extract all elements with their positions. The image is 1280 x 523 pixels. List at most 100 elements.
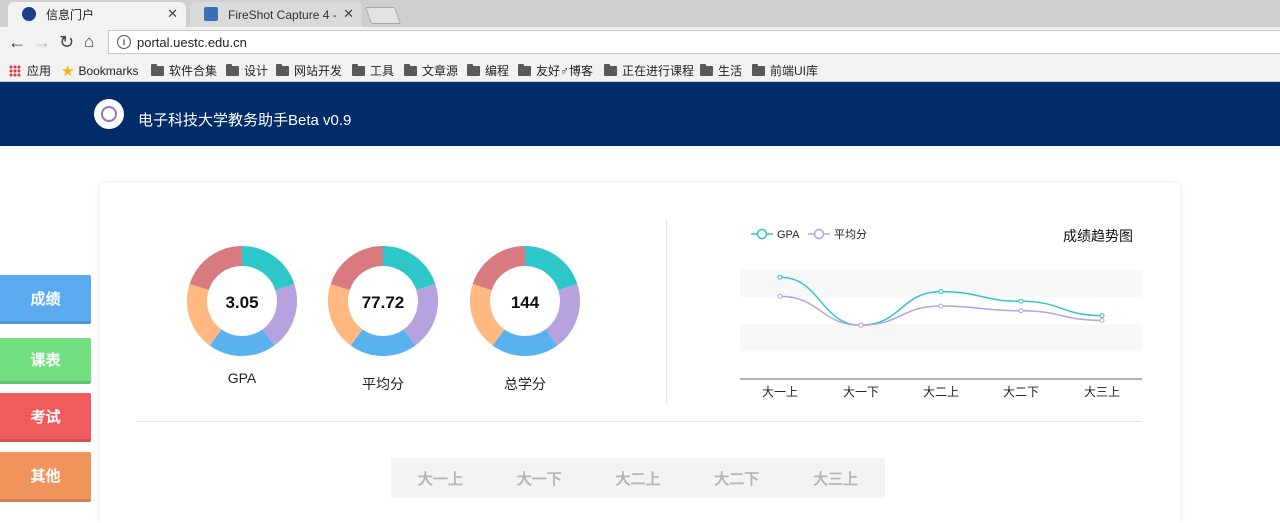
bookmark-folder[interactable]: 软件合集 [151, 62, 217, 79]
university-logo [94, 99, 124, 129]
data-point[interactable] [858, 322, 864, 328]
bookmark-folder[interactable]: 网站开发 [276, 62, 342, 79]
back-icon[interactable]: ← [8, 32, 26, 52]
site-favicon-icon [22, 7, 36, 21]
gpa-value: 3.05 [225, 293, 259, 312]
close-icon[interactable]: ✕ [343, 6, 354, 22]
bookmark-folder[interactable]: 文章源 [404, 62, 458, 79]
x-tick-label: 大二下 [1003, 385, 1039, 399]
close-icon[interactable]: ✕ [167, 6, 178, 22]
average-summary: 77.72 平均分 [328, 246, 438, 396]
address-bar[interactable]: i portal.uestc.edu.cn [108, 30, 1280, 54]
bookmark-folder[interactable]: 生活 [700, 62, 742, 79]
apps-icon [9, 64, 21, 77]
folder-icon [604, 63, 617, 76]
bookmark-folder[interactable]: 前端UI库 [752, 62, 818, 79]
folder-icon [226, 63, 239, 76]
grade-trend-chart: 大一上 大一下 大二上 大二下 大三上 GPA 平均分 成绩趋势图 [740, 228, 1142, 399]
divider [137, 421, 1142, 422]
ring-segment [492, 329, 558, 356]
legend-label[interactable]: 平均分 [834, 228, 867, 241]
tab-title: FireShot Capture 4 - 信息 [228, 8, 338, 22]
data-point[interactable] [938, 303, 944, 309]
x-tick-label: 大二上 [923, 385, 959, 399]
data-point[interactable] [1099, 317, 1105, 323]
ring-segment [241, 246, 295, 291]
site-title: 电子科技大学教务助手Beta v0.9 [138, 112, 352, 129]
x-tick-label: 大三上 [1084, 385, 1120, 399]
ring-segment [330, 246, 384, 291]
tab-semester[interactable]: 大二上 [589, 468, 688, 489]
gpa-summary: 3.05 GPA [187, 246, 297, 396]
data-point[interactable] [1018, 298, 1024, 304]
divider [666, 220, 667, 403]
url-text: portal.uestc.edu.cn [137, 34, 247, 50]
bookmark-folder[interactable]: 工具 [352, 62, 394, 79]
gpa-label: GPA [227, 370, 257, 386]
bookmark-label: 前端UI库 [770, 64, 819, 78]
ring-segment [209, 329, 275, 356]
bookmark-folder[interactable]: 正在进行课程 [604, 62, 694, 79]
sidebar-item-grades[interactable]: 成绩 [0, 275, 91, 324]
bookmark-label: 工具 [370, 64, 395, 78]
folder-icon [276, 63, 289, 76]
data-point[interactable] [777, 274, 783, 280]
folder-icon [752, 63, 765, 76]
home-icon[interactable]: ⌂ [84, 32, 94, 52]
data-point[interactable] [938, 289, 944, 295]
ring-segment [382, 246, 436, 291]
bookmark-label: 网站开发 [294, 64, 343, 78]
bookmark-folder[interactable]: 友好♂博客 [518, 62, 593, 79]
data-point[interactable] [777, 293, 783, 299]
sidebar-item-schedule[interactable]: 课表 [0, 338, 91, 384]
bookmark-label: 软件合集 [169, 64, 218, 78]
bookmark-apps[interactable]: 应用 [9, 62, 51, 79]
data-point[interactable] [1099, 313, 1105, 319]
sidebar-item-label: 其他 [30, 468, 61, 485]
bookmark-label: 友好♂博客 [536, 64, 594, 78]
semester-tabs: 大一上 大一下 大二上 大二下 大三上 [391, 458, 885, 498]
forward-icon[interactable]: → [33, 32, 51, 52]
chart-title: 成绩趋势图 [1063, 228, 1133, 244]
browser-tabstrip: 信息门户 ✕ FireShot Capture 4 - 信息 ✕ [0, 0, 1280, 27]
tab-semester[interactable]: 大一上 [391, 468, 490, 489]
average-value: 77.72 [361, 293, 405, 312]
folder-icon [467, 63, 480, 76]
bookmark-label: Bookmarks [78, 64, 139, 78]
data-point[interactable] [1018, 308, 1024, 314]
grid-band [740, 324, 1142, 351]
info-icon[interactable]: i [117, 35, 131, 49]
sidebar-item-label: 考试 [30, 408, 61, 426]
tab-semester[interactable]: 大三上 [786, 468, 885, 489]
ring-segment [472, 246, 526, 291]
new-tab-button[interactable] [364, 7, 402, 24]
folder-icon [700, 63, 713, 76]
bookmark-folder[interactable]: 编程 [467, 62, 509, 79]
star-icon: ★ [61, 63, 75, 80]
browser-toolbar: ← → ↻ ⌂ i portal.uestc.edu.cn [0, 27, 1280, 58]
fireshot-favicon-icon [204, 7, 218, 21]
ring-segment [350, 329, 416, 356]
folder-icon [518, 63, 531, 76]
average-label: 平均分 [362, 376, 404, 392]
credits-summary: 144 总学分 [470, 246, 580, 396]
sidebar-item-other[interactable]: 其他 [0, 452, 91, 502]
bookmark-bookmarks[interactable]: ★ Bookmarks [61, 62, 138, 80]
browser-tab-active[interactable]: 信息门户 ✕ [8, 2, 186, 27]
legend-label[interactable]: GPA [777, 229, 800, 241]
browser-tab[interactable]: FireShot Capture 4 - 信息 ✕ [190, 2, 362, 27]
bookmark-folder[interactable]: 设计 [226, 62, 268, 79]
ring-segment [524, 246, 578, 291]
sidebar-item-exams[interactable]: 考试 [0, 393, 91, 442]
bookmarks-bar: 应用 ★ Bookmarks 软件合集 设计 网站开发 工具 文章源 编程 友好♂… [0, 58, 1280, 82]
credits-label: 总学分 [504, 376, 546, 392]
tab-semester[interactable]: 大一下 [490, 468, 589, 489]
folder-icon [404, 63, 417, 76]
bookmark-label: 应用 [27, 64, 52, 78]
sidebar-item-label: 课表 [30, 352, 61, 369]
tab-semester[interactable]: 大二下 [687, 468, 786, 489]
bookmark-label: 生活 [718, 64, 743, 78]
folder-icon [352, 63, 365, 76]
credits-value: 144 [510, 293, 540, 312]
reload-icon[interactable]: ↻ [59, 32, 74, 52]
